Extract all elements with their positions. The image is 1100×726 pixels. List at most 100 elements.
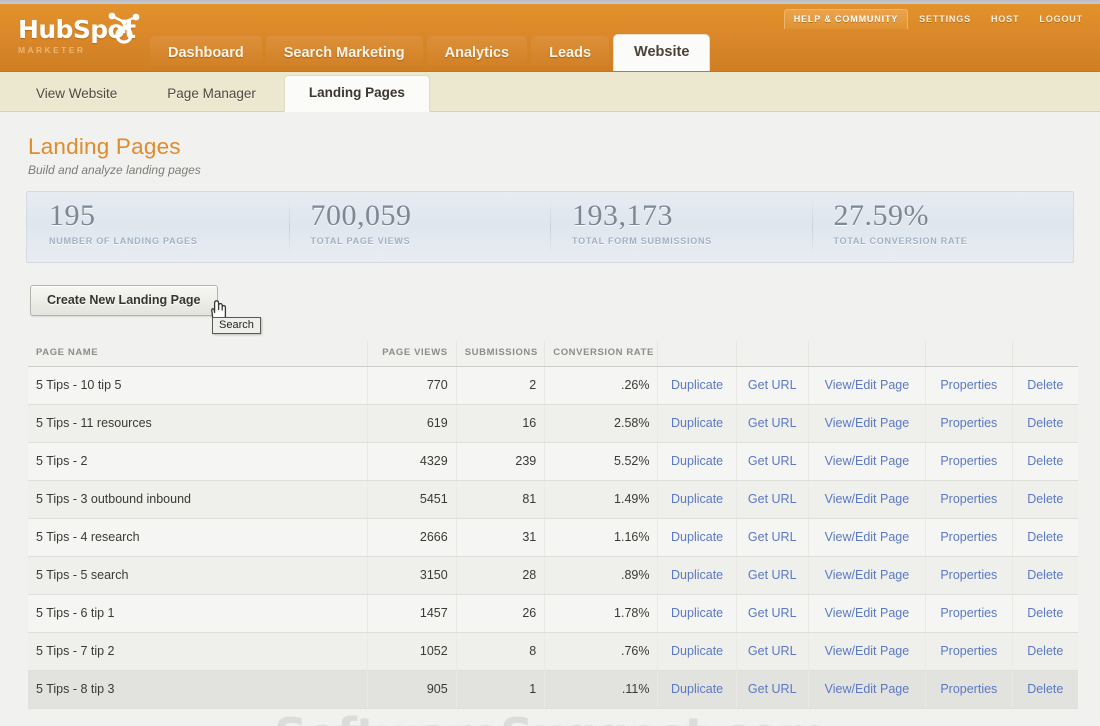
cell-get-url-link: Get URL xyxy=(735,518,809,557)
sub-nav-item-page-manager[interactable]: Page Manager xyxy=(145,77,278,111)
delete-link[interactable]: Delete xyxy=(1027,606,1063,620)
table-row[interactable]: 5 Tips - 4 research 2666 31 1.16% Duplicate G… xyxy=(28,518,1078,557)
view-edit-page-link[interactable]: View/Edit Page xyxy=(825,530,910,544)
get-url-link[interactable]: Get URL xyxy=(748,530,797,544)
get-url-link[interactable]: Get URL xyxy=(748,682,797,696)
properties-link[interactable]: Properties xyxy=(940,682,997,696)
column-header-conversion-rate[interactable]: CONVERSION RATE xyxy=(544,341,658,367)
cell-view-edit-page-link: View/Edit Page xyxy=(807,670,926,709)
delete-link[interactable]: Delete xyxy=(1027,568,1063,582)
stats-summary-panel: 195 NUMBER OF LANDING PAGES 700,059 TOTA… xyxy=(26,191,1074,263)
properties-link[interactable]: Properties xyxy=(940,644,997,658)
cell-duplicate-link: Duplicate xyxy=(657,670,737,709)
table-row[interactable]: 5 Tips - 2 4329 239 5.52% Duplicate Get URL Vi… xyxy=(28,442,1078,481)
table-row[interactable]: 5 Tips - 8 tip 3 905 1.11% Duplicate Get URL… xyxy=(28,670,1078,709)
delete-link[interactable]: Delete xyxy=(1027,644,1063,658)
toolbar: Create New Landing Page Search xyxy=(30,285,1100,341)
cell-duplicate-link: Duplicate xyxy=(657,404,737,443)
nav-tab-search-marketing[interactable]: Search Marketing xyxy=(265,36,423,71)
column-header-submissions[interactable]: SUBMISSIONS xyxy=(455,341,545,367)
cell-page-views: 619 xyxy=(367,404,457,443)
table-body: 5 Tips - 10 tip 5 770 2.26% Duplicate Get UR… xyxy=(28,366,1078,709)
nav-tab-leads[interactable]: Leads xyxy=(531,36,610,71)
utility-nav-item-host[interactable]: HOST xyxy=(982,10,1028,29)
utility-nav-item-logout[interactable]: LOGOUT xyxy=(1030,10,1092,29)
cell-delete-link: Delete xyxy=(1011,366,1078,405)
duplicate-link[interactable]: Duplicate xyxy=(671,530,723,544)
cell-get-url-link: Get URL xyxy=(735,442,809,481)
cell-properties-link: Properties xyxy=(925,594,1013,633)
view-edit-page-link[interactable]: View/Edit Page xyxy=(825,682,910,696)
sprocket-icon xyxy=(108,12,140,44)
get-url-link[interactable]: Get URL xyxy=(748,644,797,658)
table-row[interactable]: 5 Tips - 11 resources 619 16 2.58% Duplicate… xyxy=(28,404,1078,443)
delete-link[interactable]: Delete xyxy=(1027,378,1063,392)
nav-tab-analytics[interactable]: Analytics xyxy=(426,36,528,71)
cell-page-name: 5 Tips - 5 search xyxy=(28,556,368,595)
hubspot-logo[interactable]: HubSpot MARKETER xyxy=(18,12,163,65)
stat-total-conversion-rate: 27.59% TOTAL CONVERSION RATE xyxy=(811,192,1074,262)
view-edit-page-link[interactable]: View/Edit Page xyxy=(825,492,910,506)
column-header-spacer-2 xyxy=(735,341,809,367)
delete-link[interactable]: Delete xyxy=(1027,416,1063,430)
get-url-link[interactable]: Get URL xyxy=(748,606,797,620)
view-edit-page-link[interactable]: View/Edit Page xyxy=(825,378,910,392)
delete-link[interactable]: Delete xyxy=(1027,530,1063,544)
cell-properties-link: Properties xyxy=(925,670,1013,709)
cell-page-views: 770 xyxy=(367,366,457,405)
sub-nav-item-landing-pages[interactable]: Landing Pages xyxy=(283,75,430,112)
nav-tab-dashboard[interactable]: Dashboard xyxy=(150,36,262,71)
get-url-link[interactable]: Get URL xyxy=(748,416,797,430)
get-url-link[interactable]: Get URL xyxy=(748,378,797,392)
cell-view-edit-page-link: View/Edit Page xyxy=(807,594,926,633)
column-header-page-views[interactable]: PAGE VIEWS xyxy=(367,341,457,367)
view-edit-page-link[interactable]: View/Edit Page xyxy=(825,644,910,658)
get-url-link[interactable]: Get URL xyxy=(748,492,797,506)
properties-link[interactable]: Properties xyxy=(940,606,997,620)
cell-view-edit-page-link: View/Edit Page xyxy=(807,442,926,481)
duplicate-link[interactable]: Duplicate xyxy=(671,416,723,430)
view-edit-page-link[interactable]: View/Edit Page xyxy=(825,568,910,582)
properties-link[interactable]: Properties xyxy=(940,568,997,582)
utility-nav-item-help[interactable]: HELP & COMMUNITY xyxy=(783,9,909,29)
duplicate-link[interactable]: Duplicate xyxy=(671,606,723,620)
cell-properties-link: Properties xyxy=(925,556,1013,595)
properties-link[interactable]: Properties xyxy=(940,492,997,506)
stat-label: TOTAL FORM SUBMISSIONS xyxy=(572,236,713,247)
table-row[interactable]: 5 Tips - 7 tip 2 1052 8.76% Duplicate Get UR… xyxy=(28,632,1078,671)
table-header-row: PAGE NAME PAGE VIEWS SUBMISSIONS CONVERS… xyxy=(28,341,1078,367)
properties-link[interactable]: Properties xyxy=(940,454,997,468)
duplicate-link[interactable]: Duplicate xyxy=(671,378,723,392)
properties-link[interactable]: Properties xyxy=(940,378,997,392)
sub-nav-item-view-website[interactable]: View Website xyxy=(14,77,139,111)
view-edit-page-link[interactable]: View/Edit Page xyxy=(825,416,910,430)
delete-link[interactable]: Delete xyxy=(1027,682,1063,696)
cell-page-views: 1052 xyxy=(367,632,457,671)
duplicate-link[interactable]: Duplicate xyxy=(671,568,723,582)
utility-nav-item-settings[interactable]: SETTINGS xyxy=(910,10,980,29)
table-row[interactable]: 5 Tips - 3 outbound inbound 5451 81 1.49% Du… xyxy=(28,480,1078,519)
properties-link[interactable]: Properties xyxy=(940,416,997,430)
duplicate-link[interactable]: Duplicate xyxy=(671,492,723,506)
get-url-link[interactable]: Get URL xyxy=(748,454,797,468)
create-new-landing-page-button[interactable]: Create New Landing Page xyxy=(30,285,218,316)
cell-submissions: 26 xyxy=(455,594,545,633)
duplicate-link[interactable]: Duplicate xyxy=(671,682,723,696)
column-header-spacer-5 xyxy=(1011,341,1078,367)
properties-link[interactable]: Properties xyxy=(940,530,997,544)
delete-link[interactable]: Delete xyxy=(1027,454,1063,468)
page-tagline: Build and analyze landing pages xyxy=(28,163,201,177)
cell-properties-link: Properties xyxy=(925,632,1013,671)
view-edit-page-link[interactable]: View/Edit Page xyxy=(825,606,910,620)
table-row[interactable]: 5 Tips - 5 search 3150 28.89% Duplicate Get … xyxy=(28,556,1078,595)
column-header-page-name[interactable]: PAGE NAME xyxy=(28,341,368,367)
duplicate-link[interactable]: Duplicate xyxy=(671,644,723,658)
table-row[interactable]: 5 Tips - 10 tip 5 770 2.26% Duplicate Get UR… xyxy=(28,366,1078,405)
view-edit-page-link[interactable]: View/Edit Page xyxy=(825,454,910,468)
nav-tab-website[interactable]: Website xyxy=(613,34,711,71)
table-row[interactable]: 5 Tips - 6 tip 1 1457 26 1.78% Duplicate Get … xyxy=(28,594,1078,633)
delete-link[interactable]: Delete xyxy=(1027,492,1063,506)
duplicate-link[interactable]: Duplicate xyxy=(671,454,723,468)
cell-submissions: 16 xyxy=(455,404,545,443)
get-url-link[interactable]: Get URL xyxy=(748,568,797,582)
